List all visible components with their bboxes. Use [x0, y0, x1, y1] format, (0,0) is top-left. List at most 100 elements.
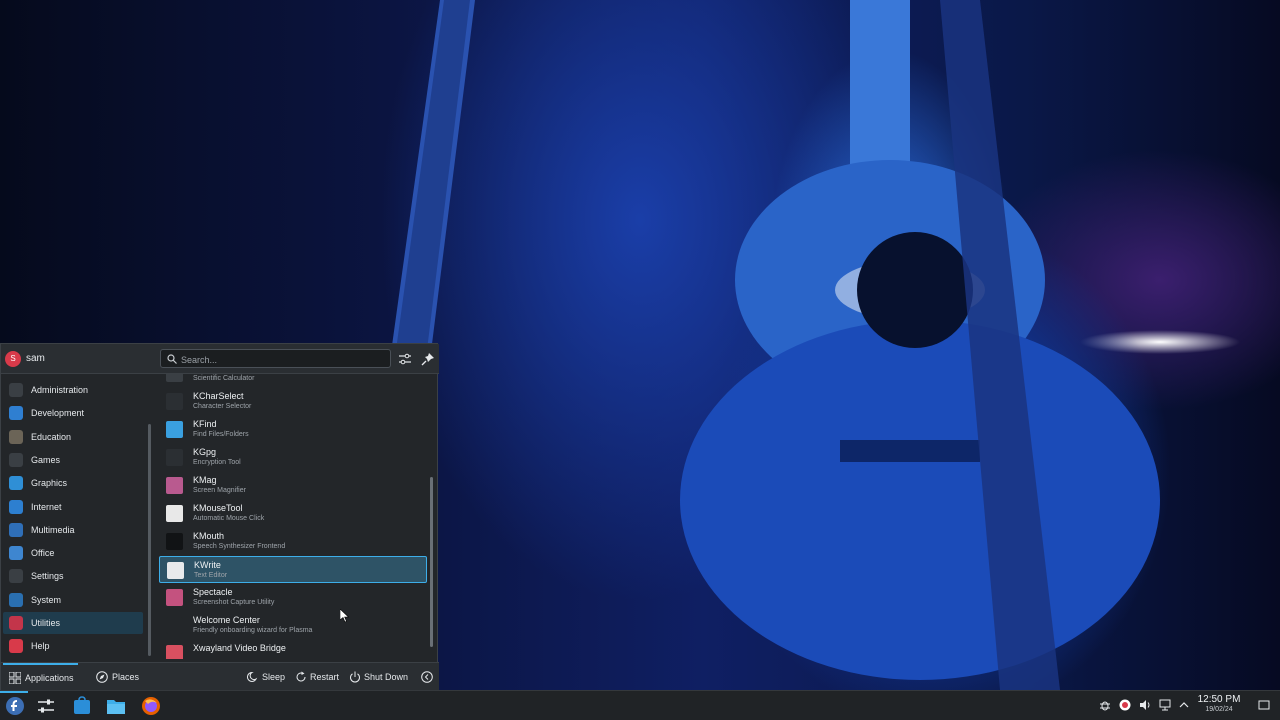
app-description: Screen Magnifier: [193, 487, 246, 494]
app-title: KFind: [193, 419, 217, 429]
app-description: Find Files/Folders: [193, 431, 249, 438]
clock-date: 19/02/24: [1205, 706, 1233, 713]
search-input[interactable]: [179, 351, 388, 368]
category-label: Graphics: [31, 478, 68, 489]
administration-icon: [9, 383, 23, 397]
utilities-icon: [9, 616, 23, 630]
category-label: Office: [31, 548, 55, 559]
app-description: Friendly onboarding wizard for Plasma: [193, 627, 313, 634]
education-icon: [9, 429, 23, 444]
development-icon: [9, 406, 23, 421]
app-title: KMouth: [193, 531, 225, 541]
avatar[interactable]: S: [5, 351, 21, 367]
application-launcher-menu: S sam Administration Development Education…: [0, 343, 439, 692]
application-list: Scientific Calculator KCharSelect Characte…: [159, 374, 429, 659]
category-label: Education: [31, 431, 72, 442]
volume-icon[interactable]: [1139, 699, 1151, 711]
tab-applications-label: Applications: [25, 673, 74, 683]
welcome-center-icon: [166, 617, 183, 634]
app-description: Scientific Calculator: [193, 375, 255, 382]
category-education[interactable]: Education: [3, 426, 143, 448]
app-description: Text Editor: [194, 572, 228, 579]
clock-time: 12:50 PM: [1197, 694, 1241, 705]
category-games[interactable]: Games: [3, 449, 143, 471]
app-item-kmousetool[interactable]: KMouseTool Automatic Mouse Click: [159, 500, 427, 527]
app-title: KMouseTool: [193, 503, 243, 513]
fedora-launcher-icon[interactable]: [4, 695, 26, 717]
app-item-welcome-center[interactable]: Welcome Center Friendly onboarding wizard…: [159, 612, 427, 639]
mouse-cursor-icon: [340, 609, 350, 623]
restart-icon: [296, 671, 306, 682]
category-multimedia[interactable]: Multimedia: [3, 519, 143, 541]
app-item-kmag[interactable]: KMag Screen Magnifier: [159, 472, 427, 499]
tray-expand-chevron-icon[interactable]: [1178, 699, 1190, 711]
app-item-calculator[interactable]: Scientific Calculator: [159, 374, 427, 387]
application-list-scrollbar[interactable]: [430, 477, 433, 647]
menu-header: S sam: [1, 344, 439, 374]
category-internet[interactable]: Internet: [3, 496, 143, 518]
kfind-icon: [166, 421, 183, 438]
app-item-xwayland-video-bridge[interactable]: Xwayland Video Bridge: [159, 640, 427, 659]
app-title: KMag: [193, 475, 217, 485]
restart-button[interactable]: Restart: [293, 663, 343, 692]
record-indicator-icon[interactable]: [1119, 699, 1131, 711]
firefox-icon[interactable]: [140, 695, 162, 717]
category-utilities[interactable]: Utilities: [3, 612, 143, 634]
category-graphics[interactable]: Graphics: [3, 472, 143, 494]
launcher-active-indicator: [0, 691, 28, 693]
kgpg-icon: [166, 449, 183, 466]
app-item-spectacle[interactable]: Spectacle Screenshot Capture Utility: [159, 584, 427, 611]
sleep-button[interactable]: Sleep: [245, 663, 290, 692]
category-scrollbar[interactable]: [148, 424, 151, 656]
games-icon: [9, 452, 23, 467]
settings-icon: [9, 569, 23, 584]
digital-clock[interactable]: 12:50 PM 19/02/24: [1193, 694, 1245, 713]
app-item-kwrite[interactable]: KWrite Text Editor: [159, 556, 427, 583]
category-development[interactable]: Development: [3, 402, 143, 424]
category-administration[interactable]: Administration: [3, 379, 143, 401]
more-options-chevron-icon[interactable]: [421, 671, 433, 683]
category-label: Multimedia: [31, 524, 75, 535]
category-label: Administration: [31, 385, 89, 395]
kmousetool-icon: [166, 505, 183, 522]
tab-applications[interactable]: Applications: [3, 663, 78, 692]
search-box[interactable]: [160, 349, 391, 368]
category-list: Administration Development Education Games G…: [1, 374, 149, 659]
shutdown-button[interactable]: Shut Down: [348, 663, 413, 692]
app-title: KCharSelect: [193, 391, 244, 401]
app-title: Spectacle: [193, 587, 233, 597]
category-system[interactable]: System: [3, 589, 143, 611]
configure-sliders-icon[interactable]: [396, 350, 414, 368]
app-item-kcharselect[interactable]: KCharSelect Character Selector: [159, 388, 427, 415]
kmouth-icon: [166, 533, 183, 550]
discover-store-icon[interactable]: [71, 695, 93, 717]
category-label: Help: [31, 641, 50, 652]
category-label: Development: [31, 408, 85, 419]
app-item-kmouth[interactable]: KMouth Speech Synthesizer Frontend: [159, 528, 427, 555]
help-icon: [9, 639, 23, 654]
show-desktop-icon[interactable]: [1258, 699, 1270, 711]
username: sam: [26, 353, 45, 364]
category-label: System: [31, 594, 62, 605]
network-icon[interactable]: [1159, 699, 1171, 711]
calculator-icon: [166, 374, 183, 382]
system-settings-icon[interactable]: [35, 695, 57, 717]
category-label: Internet: [31, 501, 62, 512]
app-description: Speech Synthesizer Frontend: [193, 543, 286, 550]
app-description: Encryption Tool: [193, 459, 241, 466]
category-label: Games: [31, 454, 61, 465]
spectacle-icon: [166, 589, 183, 606]
taskbar: 12:50 PM 19/02/24: [0, 690, 1280, 720]
category-settings[interactable]: Settings: [3, 565, 143, 587]
app-item-kfind[interactable]: KFind Find Files/Folders: [159, 416, 427, 443]
tab-places[interactable]: Places: [91, 663, 151, 692]
pin-icon[interactable]: [419, 350, 437, 368]
app-item-kgpg[interactable]: KGpg Encryption Tool: [159, 444, 427, 471]
bug-report-icon[interactable]: [1099, 699, 1111, 711]
menu-footer: Applications Places Sleep Restart Shut D…: [1, 662, 439, 692]
dolphin-file-manager-icon[interactable]: [105, 695, 127, 717]
category-office[interactable]: Office: [3, 542, 143, 564]
search-icon: [167, 354, 177, 364]
category-help[interactable]: Help: [3, 635, 143, 657]
sleep-label: Sleep: [262, 672, 286, 682]
